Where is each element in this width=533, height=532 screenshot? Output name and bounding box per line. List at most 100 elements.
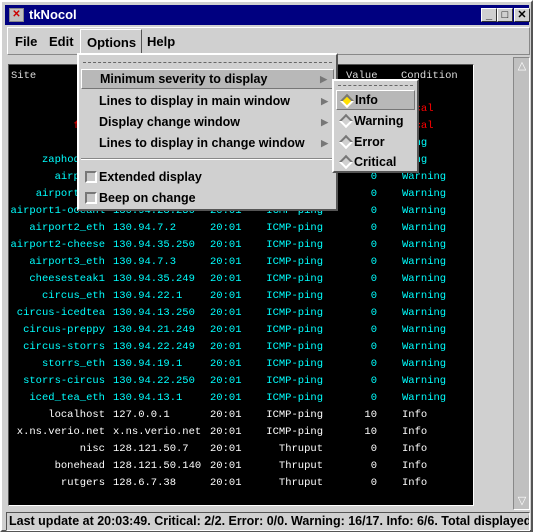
cell-test: Thruput (278, 477, 323, 489)
cell-cond: Info (402, 409, 428, 421)
table-row[interactable]: nisc 128.121.50.7 20:01 Thruput 0 Info (9, 443, 473, 460)
radio-warning[interactable]: Warning (336, 111, 415, 131)
tearoff-line[interactable] (338, 85, 413, 86)
severity-submenu: Info Warning Error Critical (332, 79, 419, 173)
table-row[interactable]: circus-preppy 130.94.21.249 20:01 ICMP-ping… (9, 324, 473, 341)
cell-site: circus-preppy (23, 324, 105, 336)
table-row[interactable]: localhost 127.0.0.1 20:01 ICMP-ping 10 Info (9, 409, 473, 426)
cell-time: 20:01 (210, 358, 242, 370)
cell-value: 10 (364, 426, 377, 438)
cell-test: ICMP-ping (266, 341, 323, 353)
cell-site: x.ns.verio.net (16, 426, 105, 438)
table-row[interactable]: storrs-circus 130.94.22.250 20:01 ICMP-ping… (9, 375, 473, 392)
table-row[interactable]: circus-icedtea 130.94.13.250 20:01 ICMP-pin… (9, 307, 473, 324)
table-row[interactable]: circus_eth 130.94.22.1 20:01 ICMP-ping 0 Warn… (9, 290, 473, 307)
cell-site: cheesesteak1 (29, 273, 105, 285)
menu-options[interactable]: Options (80, 29, 142, 55)
cell-test: ICMP-ping (266, 290, 323, 302)
cell-site: nisc (79, 443, 105, 455)
cell-value: 0 (370, 460, 377, 472)
cell-value: 0 (370, 188, 377, 200)
check-beep-on-change[interactable]: Beep on change (81, 188, 334, 208)
scroll-up-arrow-icon[interactable]: △ (515, 58, 529, 74)
cell-test: ICMP-ping (266, 358, 323, 370)
window-title: tkNocol (29, 7, 77, 22)
cell-cond: Warning (402, 290, 447, 302)
menu-edit[interactable]: Edit (49, 34, 74, 49)
table-row[interactable]: rutgers 128.6.7.38 20:01 Thruput 0 Info (9, 477, 473, 494)
cell-site: airport3_eth (29, 256, 105, 268)
cell-test: ICMP-ping (266, 273, 323, 285)
cell-cond: Warning (402, 324, 447, 336)
cell-cond: Info (402, 460, 428, 472)
cell-addr: 130.94.7.2 (113, 222, 177, 234)
cell-site: bonehead (54, 460, 105, 472)
cell-value: 10 (364, 409, 377, 421)
close-button[interactable]: ✕ (514, 8, 530, 22)
vertical-scrollbar[interactable]: △ ▽ (513, 57, 530, 510)
cell-site: circus-storrs (23, 341, 105, 353)
menu-item-lines-change[interactable]: Lines to display in change window ▶ (81, 133, 334, 153)
cell-cond: Info (402, 443, 428, 455)
cell-site: storrs-circus (23, 375, 105, 387)
cell-cond: Warning (402, 392, 447, 404)
table-row[interactable]: airport3_eth 130.94.7.3 20:01 ICMP-ping 0 War… (9, 256, 473, 273)
table-row[interactable]: x.ns.verio.net x.ns.verio.net 20:01 ICMP-pi… (9, 426, 473, 443)
tearoff-line[interactable] (83, 62, 332, 63)
minimize-button[interactable]: _ (481, 8, 497, 22)
menu-help[interactable]: Help (147, 34, 175, 49)
cell-site: localhost (48, 409, 105, 421)
title-bar[interactable]: ✕ tkNocol _ □ ✕ (5, 5, 530, 25)
radio-info[interactable]: Info (336, 90, 415, 110)
cell-test: ICMP-ping (266, 409, 323, 421)
table-row[interactable]: airport2_eth 130.94.7.2 20:01 ICMP-ping 0 War… (9, 222, 473, 239)
cell-cond: Info (402, 426, 428, 438)
checkbox-icon[interactable] (85, 171, 97, 183)
cell-addr: 130.94.35.249 (113, 273, 195, 285)
cell-cond: Warning (402, 188, 447, 200)
cascade-arrow-icon: ▶ (321, 96, 328, 106)
check-extended-display[interactable]: Extended display (81, 167, 334, 187)
cell-time: 20:01 (210, 273, 242, 285)
cell-site: airport2_eth (29, 222, 105, 234)
cell-addr: 130.94.22.249 (113, 341, 195, 353)
label: Minimum severity to display (100, 72, 268, 86)
maximize-button[interactable]: □ (497, 8, 513, 22)
cascade-arrow-icon: ▶ (320, 74, 327, 84)
cell-cond: Warning (402, 358, 447, 370)
cell-time: 20:01 (210, 222, 242, 234)
radio-selected-icon (339, 93, 355, 109)
cell-time: 20:01 (210, 426, 242, 438)
cell-test: Thruput (278, 443, 323, 455)
radio-error[interactable]: Error (336, 132, 415, 152)
menu-item-lines-main[interactable]: Lines to display in main window ▶ (81, 91, 334, 111)
cell-value: 0 (370, 341, 377, 353)
cell-test: Thruput (278, 460, 323, 472)
cell-cond: Warning (402, 341, 447, 353)
cascade-arrow-icon: ▶ (321, 117, 328, 127)
cell-addr: 130.94.35.250 (113, 239, 195, 251)
table-row[interactable]: storrs_eth 130.94.19.1 20:01 ICMP-ping 0 Warn… (9, 358, 473, 375)
cell-addr: 130.94.13.250 (113, 307, 195, 319)
radio-critical[interactable]: Critical (336, 152, 415, 172)
cell-cond: Warning (402, 239, 447, 251)
cell-time: 20:01 (210, 307, 242, 319)
table-row[interactable]: airport2-cheese 130.94.35.250 20:01 ICMP-pi… (9, 239, 473, 256)
cell-site: circus-icedtea (16, 307, 105, 319)
scroll-down-arrow-icon[interactable]: ▽ (515, 493, 529, 509)
cell-value: 0 (370, 290, 377, 302)
cell-cond: Warning (402, 222, 447, 234)
table-row[interactable]: cheesesteak1 130.94.35.249 20:01 ICMP-ping 0… (9, 273, 473, 290)
cell-addr: 127.0.0.1 (113, 409, 170, 421)
checkbox-icon[interactable] (85, 192, 97, 204)
app-icon[interactable]: ✕ (9, 8, 24, 22)
table-row[interactable]: bonehead 128.121.50.140 20:01 Thruput 0 Info (9, 460, 473, 477)
cell-value: 0 (370, 205, 377, 217)
table-row[interactable]: circus-storrs 130.94.22.249 20:01 ICMP-ping… (9, 341, 473, 358)
menu-item-min-severity[interactable]: Minimum severity to display ▶ (81, 69, 334, 89)
cell-value: 0 (370, 222, 377, 234)
menu-item-display-change[interactable]: Display change window ▶ (81, 112, 334, 132)
menu-file[interactable]: File (15, 34, 37, 49)
cell-addr: 130.94.19.1 (113, 358, 183, 370)
table-row[interactable]: iced_tea_eth 130.94.13.1 20:01 ICMP-ping 0 Wa… (9, 392, 473, 409)
